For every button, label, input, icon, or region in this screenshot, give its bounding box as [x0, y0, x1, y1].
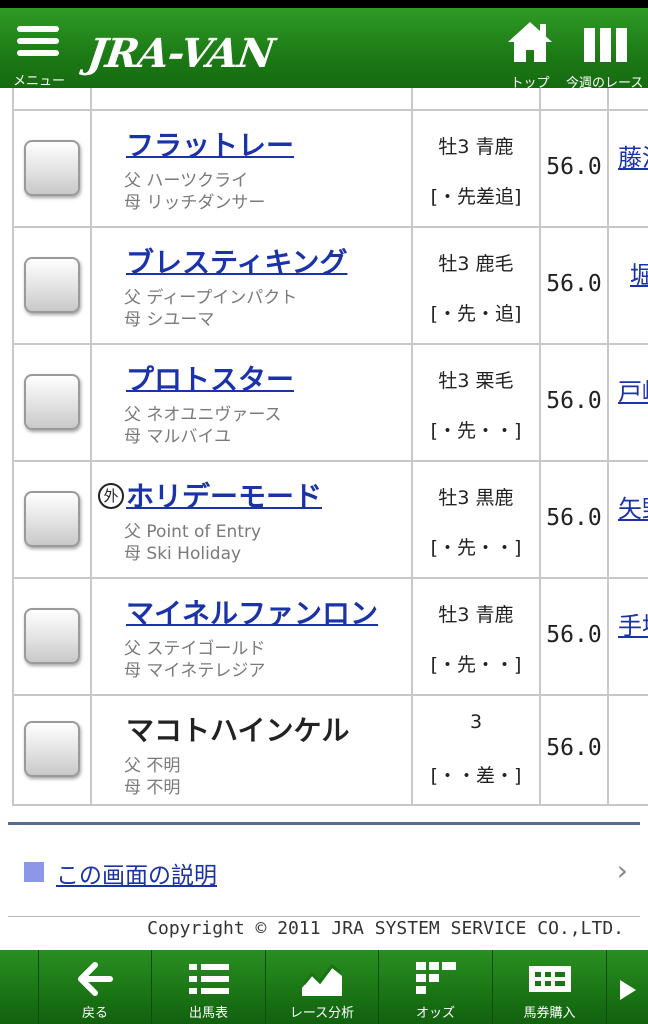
running-style: [・先・・]: [430, 654, 522, 676]
this-week-races-button[interactable]: 今週のレース: [566, 20, 648, 91]
table-row: マコトハインケル 父 不明 母 不明 3 [・・差・] 56.0: [12, 695, 648, 806]
foreign-horse-badge: 外: [98, 483, 124, 509]
select-checkbox[interactable]: [24, 257, 80, 313]
sex-age-color: 牡3 黒鹿: [438, 487, 514, 509]
hamburger-icon: [17, 26, 59, 62]
running-style: [・・差・]: [430, 765, 522, 787]
running-style: [・先・・]: [430, 537, 522, 559]
entries-table: フラットレー 父 ハーツクライ 母 リッチダンサー 牡3 青鹿 [・先差追] 5…: [0, 88, 648, 806]
columns-icon: [584, 28, 627, 62]
bet-purchase-label: 馬券購入: [523, 1006, 576, 1021]
carried-weight: 56.0: [546, 505, 602, 531]
toolbar-separator: [606, 950, 607, 1024]
menu-button[interactable]: メニュー: [8, 20, 70, 89]
bet-purchase-button[interactable]: 馬券購入: [493, 950, 606, 1024]
back-label: 戻る: [81, 1006, 108, 1021]
app-header: メニュー JRA-VAN トップ 今週のレース: [0, 8, 648, 91]
ticket-icon: [528, 966, 571, 992]
odds-grid-icon: [415, 962, 456, 994]
section-divider: [8, 822, 640, 825]
race-analysis-label: レース分析: [289, 1006, 355, 1021]
race-entries-button[interactable]: 出馬表: [152, 950, 265, 1024]
odds-label: オッズ: [415, 1006, 455, 1021]
menu-label: メニュー: [12, 74, 65, 89]
jockey-link[interactable]: 藤沢: [618, 138, 648, 173]
dam-name: 母 マイネテレジア: [124, 661, 266, 681]
list-icon: [188, 964, 229, 994]
carried-weight: 56.0: [546, 735, 602, 761]
table-row: 外 ホリデーモード 父 Point of Entry 母 Ski Holiday…: [12, 461, 648, 578]
dam-name: 母 不明: [124, 778, 181, 798]
jockey-link[interactable]: 堀: [630, 255, 648, 290]
jockey-link[interactable]: 手塚: [618, 606, 648, 641]
back-button[interactable]: 戻る: [39, 950, 151, 1024]
table-row: ブレスティキング 父 ディープインパクト 母 シユーマ 牡3 鹿毛 [・先・追]…: [12, 227, 648, 344]
odds-button[interactable]: オッズ: [379, 950, 492, 1024]
running-style: [・先・・]: [430, 420, 522, 442]
dam-name: 母 リッチダンサー: [124, 193, 266, 213]
horse-name-link[interactable]: マイネルファンロン: [126, 592, 378, 632]
carried-weight: 56.0: [546, 271, 602, 297]
jra-van-logo[interactable]: JRA-VAN: [85, 30, 277, 77]
select-checkbox[interactable]: [24, 374, 80, 430]
dam-name: 母 マルバイユ: [124, 427, 232, 447]
horse-name-link[interactable]: ブレスティキング: [126, 241, 347, 281]
top-button[interactable]: トップ: [500, 20, 560, 91]
horse-name-link[interactable]: フラットレー: [126, 124, 294, 164]
divider: [8, 916, 640, 917]
jockey-link[interactable]: 矢野: [618, 489, 648, 524]
horse-name: マコトハインケル: [126, 714, 350, 747]
sex-age-color: 3: [469, 711, 483, 733]
dam-name: 母 Ski Holiday: [124, 544, 242, 564]
screen-help-link[interactable]: この画面の説明: [56, 856, 217, 890]
select-checkbox[interactable]: [24, 491, 80, 547]
horse-name-link[interactable]: ホリデーモード: [126, 475, 322, 515]
sex-age-color: 牡3 栗毛: [438, 370, 514, 392]
home-icon: [508, 22, 552, 62]
bottom-toolbar: 戻る 出馬表 レース分析 オッズ 馬券購入: [0, 950, 648, 1024]
table-row: マイネルファンロン 父 ステイゴールド 母 マイネテレジア 牡3 青鹿 [・先・…: [12, 578, 648, 695]
carried-weight: 56.0: [546, 154, 602, 180]
carried-weight: 56.0: [546, 622, 602, 648]
chart-icon: [302, 963, 342, 996]
select-checkbox[interactable]: [24, 608, 80, 664]
sex-age-color: 牡3 鹿毛: [438, 253, 514, 275]
carried-weight: 56.0: [546, 388, 602, 414]
running-style: [・先差追]: [430, 186, 522, 208]
jockey-link[interactable]: 戸崎: [618, 372, 648, 407]
status-bar: [0, 0, 648, 8]
select-checkbox[interactable]: [24, 721, 80, 777]
race-entries-label: 出馬表: [188, 1006, 228, 1021]
race-analysis-button[interactable]: レース分析: [266, 950, 378, 1024]
square-bullet-icon: [24, 862, 44, 882]
help-link-row[interactable]: この画面の説明 ›: [8, 840, 640, 900]
sex-age-color: 牡3 青鹿: [438, 604, 514, 626]
table-row: プロトスター 父 ネオユニヴァース 母 マルバイユ 牡3 栗毛 [・先・・] 5…: [12, 344, 648, 461]
copyright-text: Copyright © 2011 JRA SYSTEM SERVICE CO.,…: [147, 918, 624, 939]
running-style: [・先・追]: [430, 303, 522, 325]
horse-name-link[interactable]: プロトスター: [126, 358, 294, 398]
scroll-right-icon[interactable]: [616, 970, 644, 1010]
dam-name: 母 シユーマ: [124, 310, 215, 330]
select-checkbox[interactable]: [24, 140, 80, 196]
table-row: フラットレー 父 ハーツクライ 母 リッチダンサー 牡3 青鹿 [・先差追] 5…: [12, 110, 648, 227]
arrow-left-icon: [78, 962, 113, 996]
sex-age-color: 牡3 青鹿: [438, 136, 514, 158]
chevron-right-icon: ›: [616, 854, 628, 887]
